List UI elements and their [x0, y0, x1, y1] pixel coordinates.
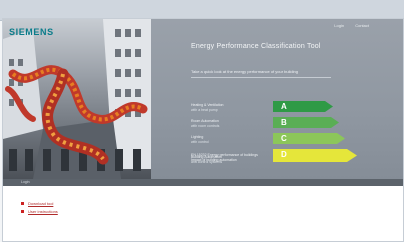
page: SIEMENS Login Contact Energy Performance… [0, 0, 404, 242]
label-sub: with control [191, 139, 209, 144]
list-item[interactable]: Download tool [21, 199, 58, 207]
label-lighting: Lighting with control [191, 135, 209, 144]
hero-banner: SIEMENS Login Contact Energy Performance… [3, 19, 403, 179]
label-sub: with room controls [191, 123, 220, 128]
hero-notes: EN 15232 Energy performance of buildings… [191, 153, 331, 163]
link-list: Download tool User instructions [21, 199, 58, 215]
note-line: Impact of building automation [191, 158, 237, 162]
energy-class-b-bar[interactable]: B [273, 117, 339, 128]
label-heating: Heating & Ventilation with a heat pump [191, 103, 224, 112]
bullet-icon [21, 201, 24, 205]
utility-link-login[interactable]: Login [334, 23, 344, 28]
nav-crumb[interactable]: Login [21, 180, 30, 184]
list-item[interactable]: User instructions [21, 207, 58, 215]
building-sculpture-image [3, 19, 151, 179]
label-title: Room Automation [191, 119, 219, 123]
utility-links: Login Contact [324, 23, 369, 28]
utility-link-contact[interactable]: Contact [355, 23, 369, 28]
subtitle-underline [191, 77, 331, 78]
energy-class-letter: A [281, 102, 287, 111]
label-room-automation: Room Automation with room controls [191, 119, 219, 128]
content-card: SIEMENS Login Contact Energy Performance… [2, 18, 404, 242]
hero-title: Energy Performance Classification Tool [191, 43, 321, 50]
nav-strip: Login [3, 179, 403, 186]
link-download-tool[interactable]: Download tool [28, 201, 53, 206]
energy-class-letter: C [281, 134, 287, 143]
energy-class-c-bar[interactable]: C [273, 133, 345, 144]
bullet-icon [21, 209, 24, 213]
label-sub: with a heat pump [191, 107, 218, 112]
label-title: Lighting [191, 135, 204, 139]
energy-class-letter: B [281, 118, 287, 127]
label-title: Heating & Ventilation [191, 103, 224, 107]
siemens-logo[interactable]: SIEMENS [9, 27, 54, 37]
hero-subtitle: Take a quick look at the energy performa… [191, 69, 298, 74]
hero-panel: Login Contact Energy Performance Classif… [151, 19, 403, 179]
link-user-instructions[interactable]: User instructions [28, 209, 58, 214]
energy-class-a-bar[interactable]: A [273, 101, 333, 112]
hero-photo: SIEMENS [3, 19, 151, 179]
